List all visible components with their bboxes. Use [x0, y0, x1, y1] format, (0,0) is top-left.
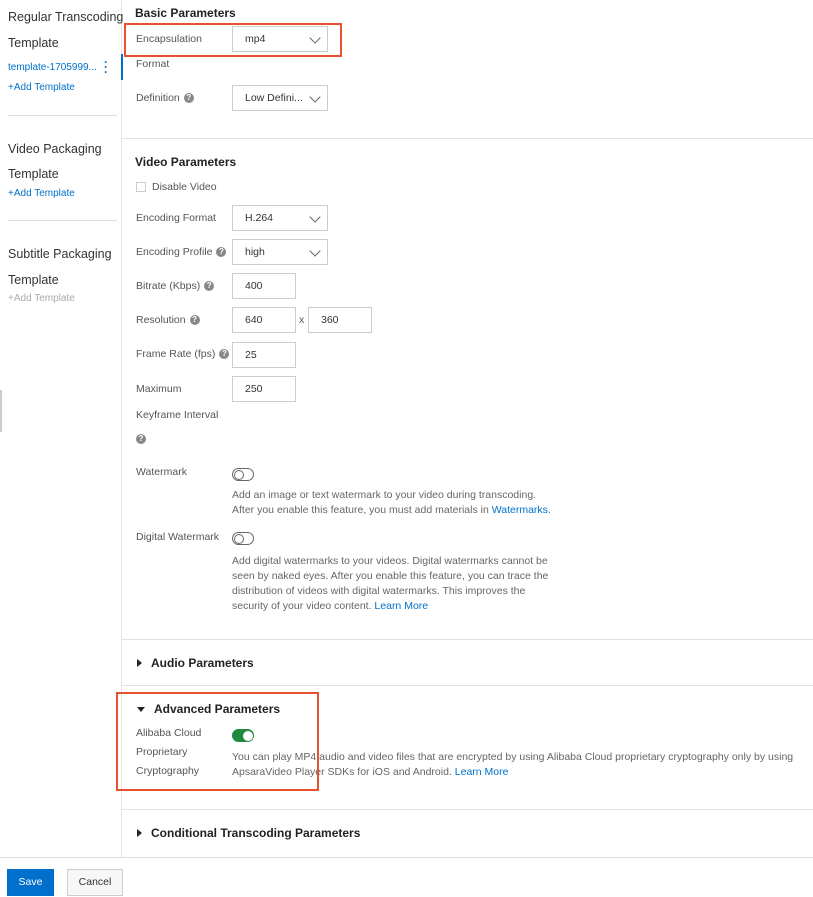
bitrate-input[interactable]: 400 — [232, 273, 296, 299]
help-icon[interactable]: ? — [219, 349, 230, 360]
sidebar-template-item[interactable]: template-1705999... — [8, 62, 97, 73]
resolution-separator: x — [299, 314, 305, 326]
definition-select[interactable]: Low Defini... — [232, 85, 328, 111]
encapsulation-label-2: Format — [136, 58, 170, 70]
add-subtitle-template[interactable]: +Add Template — [8, 293, 75, 304]
active-indicator — [121, 54, 123, 80]
sidebar-subtitle-title-2: Template — [8, 273, 59, 287]
caret-right-icon — [137, 659, 142, 667]
encoding-format-label: Encoding Format — [136, 212, 216, 224]
add-regular-template[interactable]: +Add Template — [8, 82, 75, 93]
definition-label: Definition? — [136, 92, 194, 104]
encoding-format-select[interactable]: H.264 — [232, 205, 328, 231]
frame-rate-label: Frame Rate (fps)? — [136, 348, 230, 360]
disable-video-checkbox[interactable] — [136, 182, 146, 192]
chevron-down-icon — [309, 211, 321, 223]
add-video-template[interactable]: +Add Template — [8, 188, 75, 199]
sidebar-edge — [0, 390, 2, 432]
help-icon[interactable]: ? — [136, 434, 146, 444]
disable-video-label: Disable Video — [152, 181, 217, 193]
divider — [122, 685, 813, 686]
sidebar-regular-title-2: Template — [8, 36, 59, 50]
digital-watermark-description: Add digital watermarks to your videos. D… — [232, 555, 549, 612]
encoding-profile-label: Encoding Profile? — [136, 246, 227, 258]
digital-watermark-toggle[interactable] — [232, 532, 254, 545]
encoding-profile-value: high — [245, 246, 265, 258]
sidebar-regular-title: Regular Transcoding — [8, 10, 124, 24]
divider — [8, 220, 117, 221]
watermark-description: Add an image or text watermark to your v… — [232, 489, 551, 516]
learn-more-link[interactable]: Learn More — [455, 766, 509, 778]
watermarks-link[interactable]: Watermarks — [492, 504, 548, 516]
help-icon[interactable]: ? — [204, 281, 215, 292]
divider — [8, 115, 117, 116]
encoding-profile-select[interactable]: high — [232, 239, 328, 265]
help-icon[interactable]: ? — [183, 93, 194, 104]
keyframe-label: Maximum — [136, 383, 182, 395]
bitrate-label: Bitrate (Kbps)? — [136, 280, 215, 292]
sidebar-video-title: Video Packaging — [8, 142, 102, 156]
width-input[interactable]: 640 — [232, 307, 296, 333]
sidebar-subtitle-title: Subtitle Packaging — [8, 247, 112, 261]
resolution-label: Resolution? — [136, 314, 200, 326]
help-icon[interactable]: ? — [189, 315, 200, 326]
audio-section-header[interactable]: Audio Parameters — [137, 656, 254, 670]
highlight-box — [116, 692, 319, 791]
frame-rate-input[interactable]: 25 — [232, 342, 296, 368]
definition-value: Low Defini... — [245, 92, 303, 104]
divider — [122, 639, 813, 640]
height-input[interactable]: 360 — [308, 307, 372, 333]
basic-title: Basic Parameters — [135, 6, 236, 20]
cancel-button[interactable]: Cancel — [67, 869, 123, 896]
sidebar — [0, 0, 122, 857]
keyframe-input[interactable]: 250 — [232, 376, 296, 402]
learn-more-link[interactable]: Learn More — [374, 600, 428, 612]
sidebar-video-title-2: Template — [8, 167, 59, 181]
conditional-section-header[interactable]: Conditional Transcoding Parameters — [137, 826, 360, 840]
watermark-label: Watermark — [136, 466, 187, 478]
chevron-down-icon — [309, 91, 321, 103]
watermark-toggle[interactable] — [232, 468, 254, 481]
encoding-format-value: H.264 — [245, 212, 274, 224]
digital-watermark-label: Digital Watermark — [136, 531, 220, 543]
caret-right-icon — [137, 829, 142, 837]
chevron-down-icon — [309, 245, 321, 257]
video-title: Video Parameters — [135, 155, 237, 169]
keyframe-label-2: Keyframe Interval — [136, 409, 219, 421]
divider — [122, 138, 813, 139]
save-button[interactable]: Save — [7, 869, 54, 896]
more-icon[interactable]: · · · — [104, 56, 108, 78]
help-icon[interactable]: ? — [216, 247, 227, 258]
divider — [122, 809, 813, 810]
highlight-box — [124, 23, 342, 57]
